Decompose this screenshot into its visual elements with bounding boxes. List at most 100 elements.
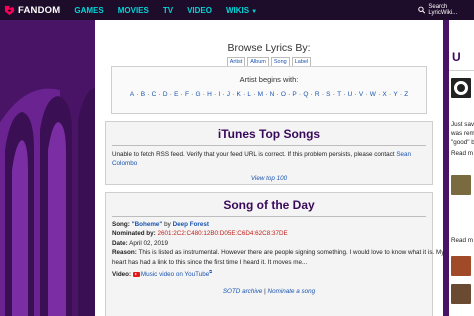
wiki-background-art [0,20,95,316]
alphabet-separator: · [298,91,302,98]
view-top-100-link[interactable]: View top 100 [251,175,287,182]
alphabet-separator: · [276,91,279,98]
alphabet-letter-b[interactable]: B [141,91,145,98]
sotd-footer-links: SOTD archive | Nominate a song [112,287,426,296]
alphabet-separator: · [214,91,217,98]
alphabet-letter-a[interactable]: A [130,91,134,98]
browse-heading: Browse Lyrics By: [227,42,311,54]
alphabet-letter-j[interactable]: J [227,91,230,98]
alphabet-letter-g[interactable]: G [196,91,201,98]
alphabet-separator: · [343,91,346,98]
sotd-nominated-row: Nominated by: 2601:2C2:C480:12B0:D05E:C6… [112,229,426,238]
reason-label: Reason: [112,249,137,257]
right-rail: U Just sav was rem "good" b Read m Read … [449,20,474,316]
fandom-heart-icon [4,5,15,15]
alphabet-letter-c[interactable]: C [152,91,157,98]
top-nav: GAMES MOVIES TV VIDEO WIKIS ▼ [74,6,271,15]
alphabet-separator: · [399,91,403,98]
alphabet-letter-f[interactable]: F [185,91,189,98]
nav-games[interactable]: GAMES [74,6,103,15]
nav-movies[interactable]: MOVIES [118,6,149,15]
youtube-video-link[interactable]: Music video on YouTube [141,271,209,278]
rail-snippet-3: "good" b [451,139,474,146]
reason-text-line1: This is listed as instrumental. However … [138,249,445,257]
song-label: Song: [112,221,130,228]
background-stripes [0,20,95,316]
alphabet-letter-p[interactable]: P [292,91,296,98]
alphabet-separator: · [310,91,313,98]
itunes-top-songs-box: iTunes Top Songs Unable to fetch RSS fee… [105,121,433,185]
alphabet-letter-t[interactable]: T [337,91,341,98]
nominate-song-link[interactable]: Nominate a song [268,288,316,295]
itunes-divider [112,145,426,146]
artist-alphabet-box: Artist begins with: A · B · C · D · E · F · G · H · I · J ·… [111,66,427,114]
artist-link[interactable]: Deep Forest [173,221,209,228]
alphabet-letter-o[interactable]: O [281,91,286,98]
alphabet-letter-y[interactable]: Y [393,91,397,98]
date-label: Date: [112,239,128,247]
search-placeholder: Search LyricWiki... [428,4,458,16]
article-content: Browse Lyrics By: Artist Album Song Labe… [95,20,444,316]
alphabet-letter-u[interactable]: U [348,91,353,98]
sotd-date-row: Date: April 02, 2019 [112,239,426,248]
alphabet-separator: · [169,91,172,98]
avatar-image [454,81,468,95]
fandom-logo[interactable]: FANDOM [4,5,60,16]
sotd-heading: Song of the Day [223,198,315,212]
rail-heading: U [452,50,461,64]
sotd-reason-row: Reason: This is listed as instrumental. … [112,248,444,257]
rail-snippet-1: Just sav [451,121,474,128]
user-avatar[interactable] [451,284,471,304]
alphabet-letter-v[interactable]: V [359,91,363,98]
alphabet-letter-n[interactable]: N [270,91,275,98]
user-avatar[interactable] [451,175,471,195]
external-link-icon: ⧉ [209,269,213,275]
alphabet-letter-e[interactable]: E [174,91,178,98]
nav-wikis[interactable]: WIKIS ▼ [226,6,257,15]
alphabet-letter-d[interactable]: D [163,91,168,98]
nominated-label: Nominated by: [112,230,156,238]
song-of-the-day-box: Song of the Day Song: "Boheme" by Deep F… [105,192,444,316]
sotd-archive-link[interactable]: SOTD archive [223,288,263,295]
search-box[interactable]: Search LyricWiki... [416,0,474,20]
sotd-divider [112,216,426,217]
alphabet-letter-w[interactable]: W [370,91,376,98]
alphabet-separator: · [158,91,161,98]
alphabet-index: A · B · C · D · E · F · G · H · I · J · K · L · M · N · O · P · Q · R · S · T ·… [112,91,426,98]
alphabet-letter-s[interactable]: S [326,91,330,98]
rail-divider [449,70,474,71]
alphabet-letter-m[interactable]: M [258,91,263,98]
rail-read-more-2[interactable]: Read m [451,236,473,245]
sotd-video-row: Video: Music video on YouTube⧉ [112,267,426,280]
alphabet-letter-x[interactable]: X [382,91,386,98]
rail-read-more-1[interactable]: Read m [451,149,473,158]
nominator-link[interactable]: 2601:2C2:C480:12B0:D05E:C6D4:62C8:37DE [157,230,287,237]
alphabet-letter-k[interactable]: K [237,91,241,98]
user-avatar[interactable] [451,256,471,276]
alphabet-caption: Artist begins with: [239,75,299,84]
youtube-icon [132,271,140,277]
fandom-wordmark: FANDOM [18,4,61,16]
chevron-down-icon: ▼ [251,8,258,15]
alphabet-letter-r[interactable]: R [315,91,320,98]
nav-video[interactable]: VIDEO [187,6,212,15]
alphabet-separator: · [388,91,392,98]
song-by: by [164,221,171,228]
nav-tv[interactable]: TV [163,6,173,15]
alphabet-letter-h[interactable]: H [207,91,212,98]
alphabet-letter-l[interactable]: L [247,91,251,98]
itunes-error-message: Unable to fetch RSS feed. Verify that yo… [112,150,426,168]
alphabet-separator: · [332,91,335,98]
alphabet-letter-i[interactable]: I [218,91,220,98]
alphabet-letter-q[interactable]: Q [303,91,308,98]
alphabet-separator: · [232,91,235,98]
song-title-link[interactable]: "Boheme" [132,221,163,228]
alphabet-separator: · [378,91,381,98]
user-avatar[interactable] [451,78,471,98]
alphabet-separator: · [222,91,225,98]
alphabet-separator: · [136,91,139,98]
alphabet-separator: · [288,91,291,98]
alphabet-letter-z[interactable]: Z [404,91,408,98]
search-icon [418,6,426,14]
reason-text-line2: heart has had a link to this since the f… [112,258,308,266]
